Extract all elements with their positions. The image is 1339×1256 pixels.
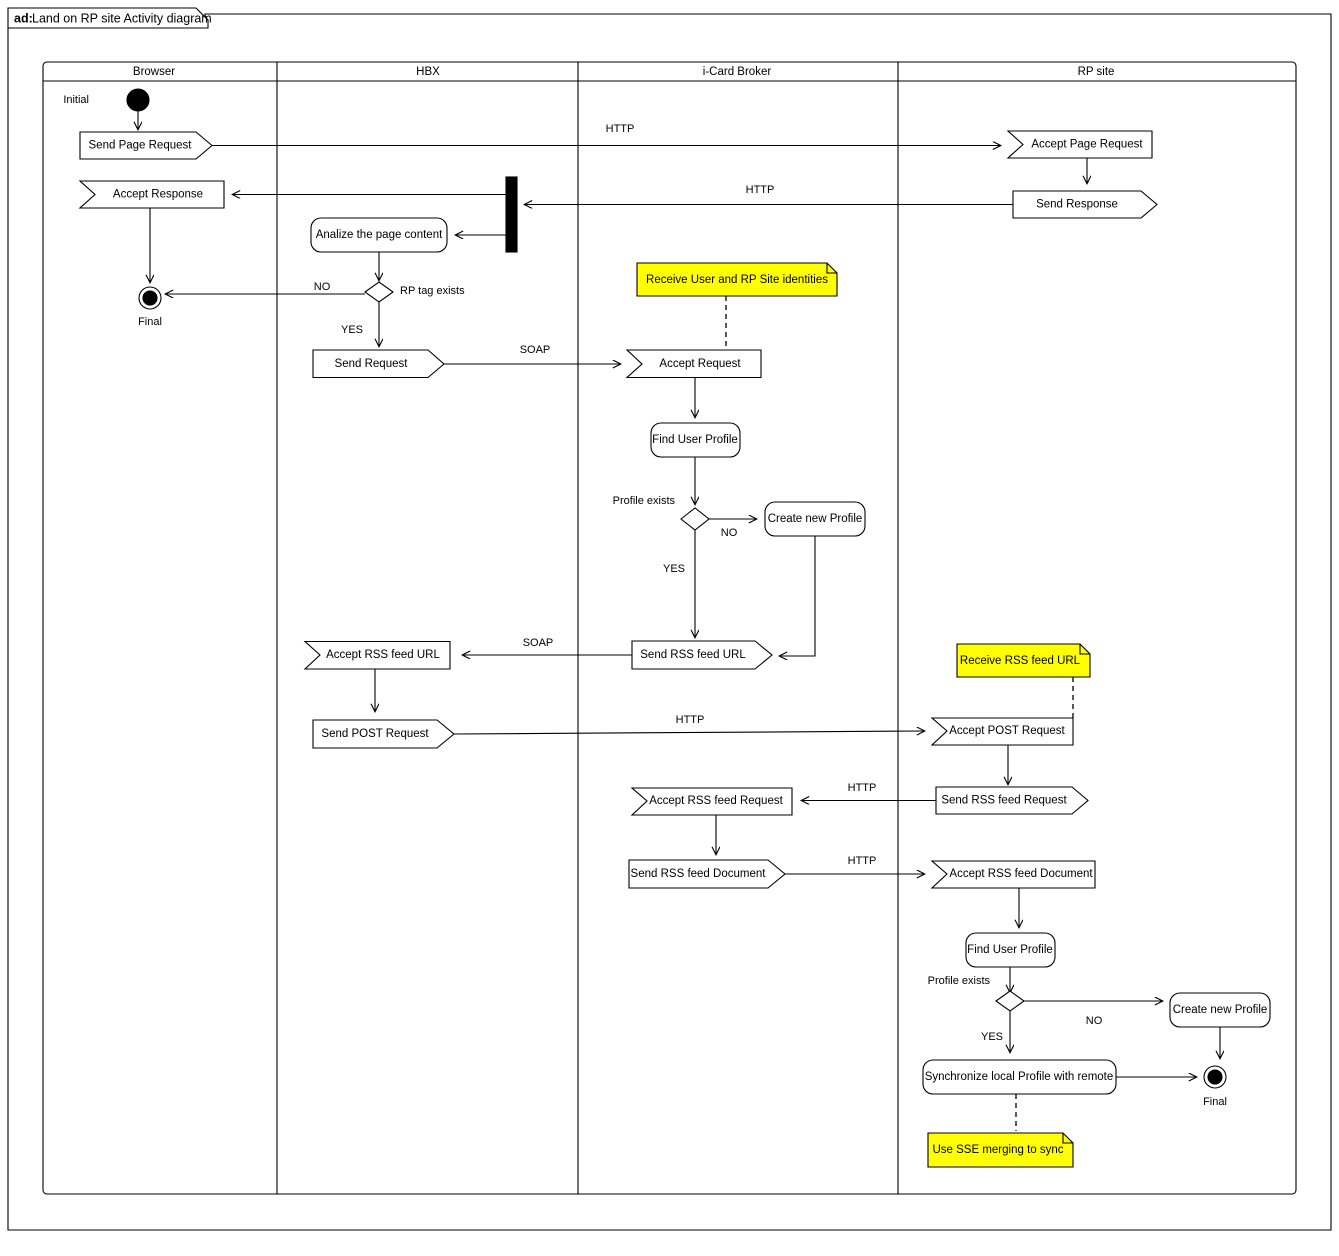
action-send-rss-feed-request-label: Send RSS feed Request [941,795,1067,807]
decision-rp-tag-exists-label: RP tag exists [400,285,465,297]
action-find-user-profile-icard[interactable]: Find User Profile [650,422,741,458]
action-accept-rss-feed-document[interactable]: Accept RSS feed Document [930,860,1096,889]
note-use-sse-merging-label: Use SSE merging to sync [932,1144,1063,1156]
note-receive-identities-label: Receive User and RP Site identities [646,274,828,286]
edge-label-http-rss-request: HTTP [848,782,877,794]
action-accept-rss-feed-url-label: Accept RSS feed URL [326,649,440,661]
action-send-response-label: Send Response [1036,199,1118,211]
edge-label-http-page-request: HTTP [606,123,635,135]
action-find-user-profile-rp[interactable]: Find User Profile [965,932,1056,968]
action-send-response[interactable]: Send Response [1012,190,1158,219]
decision-profile-exists-rp-label: Profile exists [928,975,991,987]
action-send-rss-feed-url[interactable]: Send RSS feed URL [631,640,773,670]
lane-header-hbx: HBX [416,66,440,78]
edge-label-yes-rp-tag: YES [341,324,363,336]
action-analize-page-content-label: Analize the page content [316,229,443,241]
action-accept-request[interactable]: Accept Request [625,349,762,379]
swimlane-container: Browser HBX i-Card Broker RP site [42,61,1297,1195]
activity-diagram-canvas: ad: Land on RP site Activity diagram Bro… [0,0,1339,1256]
action-create-new-profile-icard[interactable]: Create new Profile [764,501,866,537]
edge-label-no-rp-tag: NO [314,281,331,293]
action-accept-response[interactable]: Accept Response [78,180,225,209]
action-accept-rss-feed-url[interactable]: Accept RSS feed URL [303,640,451,670]
frame-tag-title: Land on RP site Activity diagram [32,11,212,25]
note-receive-rss-feed-url-label: Receive RSS feed URL [960,655,1081,667]
edge-label-soap-rss-url: SOAP [523,637,554,649]
action-accept-post-request-label: Accept POST Request [949,725,1065,737]
edge-label-yes-profile-rp: YES [981,1031,1003,1043]
lane-header-browser: Browser [133,66,175,78]
edge-label-yes-profile-icard: YES [663,563,685,575]
action-accept-rss-feed-document-label: Accept RSS feed Document [949,868,1093,880]
edge-label-http-post-request: HTTP [676,714,705,726]
lane-header-icard-broker: i-Card Broker [703,66,772,78]
action-send-request[interactable]: Send Request [312,349,445,379]
action-create-new-profile-rp-label: Create new Profile [1173,1004,1268,1016]
action-create-new-profile-rp[interactable]: Create new Profile [1169,992,1271,1028]
action-accept-page-request[interactable]: Accept Page Request [1006,130,1153,159]
note-receive-rss-feed-url: Receive RSS feed URL [956,643,1091,678]
note-receive-identities: Receive User and RP Site identities [636,262,838,297]
edge-label-http-rss-document: HTTP [848,855,877,867]
frame-tag-prefix: ad: [14,11,33,25]
action-accept-response-label: Accept Response [113,189,203,201]
final-node-browser-label: Final [138,316,162,328]
initial-node-label: Initial [63,94,89,106]
action-send-rss-feed-document[interactable]: Send RSS feed Document [628,859,786,889]
action-accept-post-request[interactable]: Accept POST Request [930,717,1074,746]
action-send-post-request[interactable]: Send POST Request [312,719,455,749]
action-create-new-profile-icard-label: Create new Profile [768,513,863,525]
action-send-rss-feed-url-label: Send RSS feed URL [640,649,746,661]
action-send-rss-feed-request[interactable]: Send RSS feed Request [935,786,1089,815]
action-accept-request-label: Accept Request [659,358,741,370]
edge-label-no-profile-rp: NO [1086,1015,1103,1027]
action-send-post-request-label: Send POST Request [321,728,429,740]
edge-label-soap-request: SOAP [520,344,551,356]
action-accept-rss-feed-request-label: Accept RSS feed Request [649,795,783,807]
action-send-page-request-label: Send Page Request [89,140,193,152]
edge-label-no-profile-icard: NO [721,527,738,539]
fork-bar [505,176,518,253]
note-use-sse-merging: Use SSE merging to sync [927,1132,1074,1168]
action-synchronize-local-profile-label: Synchronize local Profile with remote [925,1071,1114,1083]
lane-header-rp-site: RP site [1078,66,1115,78]
decision-profile-exists-icard-label: Profile exists [613,495,676,507]
action-accept-rss-feed-request[interactable]: Accept RSS feed Request [630,787,793,816]
action-find-user-profile-icard-label: Find User Profile [652,434,738,446]
action-synchronize-local-profile[interactable]: Synchronize local Profile with remote [922,1059,1117,1095]
action-find-user-profile-rp-label: Find User Profile [967,944,1053,956]
edge-label-http-response: HTTP [746,184,775,196]
action-send-page-request[interactable]: Send Page Request [79,131,213,160]
uml-activity-diagram: ad: Land on RP site Activity diagram Bro… [7,7,1332,1231]
action-send-request-label: Send Request [335,358,409,370]
final-node-rpsite-label: Final [1203,1096,1227,1108]
action-analize-page-content[interactable]: Analize the page content [310,217,448,253]
action-send-rss-feed-document-label: Send RSS feed Document [631,868,767,880]
action-accept-page-request-label: Accept Page Request [1031,139,1143,151]
